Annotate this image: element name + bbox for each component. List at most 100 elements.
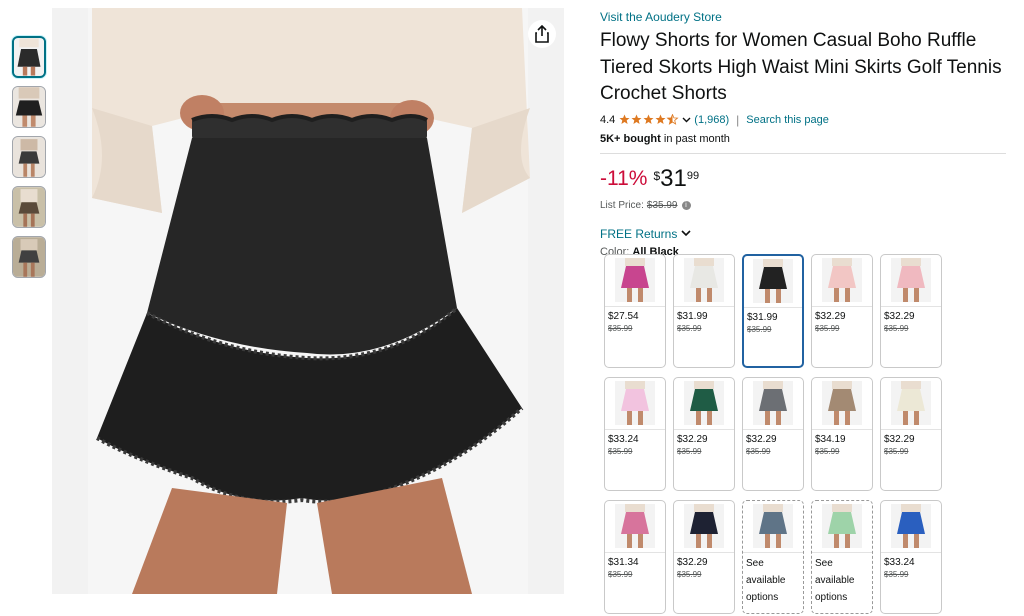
swatch-image [684,504,724,548]
thumbnail[interactable] [12,236,46,278]
price-symbol: $ [653,168,661,183]
thumbnail[interactable] [12,136,46,178]
swatch-price: $33.24 [608,434,639,445]
share-button[interactable] [528,20,556,48]
swatch-list-price: $35.99 [884,570,909,579]
thumbnail-list [12,36,48,286]
swatch-image [684,381,724,425]
color-swatch[interactable]: $32.29 $35.99 [673,500,735,614]
swatch-price: $32.29 [677,557,708,568]
swatch-divider [674,306,734,307]
swatch-divider [743,429,803,430]
price-fraction: 99 [686,169,700,182]
swatch-divider [812,429,872,430]
swatch-divider [881,306,941,307]
swatch-list-price: $35.99 [677,324,702,333]
swatch-see-options: See available options [746,558,786,603]
thumbnail-image [13,87,45,127]
swatch-image [684,258,724,302]
rating-row: 4.4 (1,968) | Search this page [600,113,1010,127]
separator: | [736,112,740,127]
swatch-divider [881,429,941,430]
share-icon [535,25,549,43]
swatch-price: $27.54 [608,311,639,322]
swatch-image [615,258,655,302]
swatch-price: $31.34 [608,557,639,568]
swatch-list-price: $35.99 [747,325,772,334]
swatch-price: $34.19 [815,434,846,445]
swatch-see-options: See available options [815,558,855,603]
swatch-image [891,504,931,548]
search-page-link[interactable]: Search this page [746,114,829,126]
rating-count-link[interactable]: (1,968) [694,114,729,126]
color-swatch[interactable]: $31.99 $35.99 [673,254,735,368]
free-returns-link[interactable]: FREE Returns [600,227,1010,241]
color-swatch[interactable]: $32.29 $35.99 [811,254,873,368]
divider [600,152,1006,154]
bought-bold: 5K+ bought [600,132,661,145]
chevron-down-icon[interactable] [682,117,691,123]
swatch-divider [605,306,665,307]
swatch-list-price: $35.99 [677,447,702,456]
info-icon[interactable]: i [681,200,691,210]
swatch-price: $31.99 [677,311,708,322]
list-price-label: List Price: [600,199,644,211]
swatch-list-price: $35.99 [815,324,840,333]
swatch-divider [674,552,734,553]
swatch-image [753,504,793,548]
color-swatch[interactable]: $32.29 $35.99 [880,254,942,368]
star-rating-icon[interactable] [619,114,679,125]
color-swatch[interactable]: $32.29 $35.99 [742,377,804,491]
thumbnail-image [14,38,44,76]
color-swatch[interactable]: $33.24 $35.99 [880,500,942,614]
swatch-image [822,504,862,548]
swatch-list-price: $35.99 [677,570,702,579]
bought-rest: in past month [660,132,730,145]
stars-icon [619,114,679,125]
swatch-image [822,381,862,425]
thumbnail-image [13,137,45,177]
swatch-price: $31.99 [747,312,778,323]
swatch-price: $32.29 [746,434,777,445]
color-swatch[interactable]: $34.19 $35.99 [811,377,873,491]
color-swatch[interactable]: See available options [811,500,873,614]
color-swatch[interactable]: See available options [742,500,804,614]
price-row: -11% $ 31 99 [600,165,1010,196]
thumbnail-image [13,187,45,227]
thumbnail[interactable] [12,36,46,78]
swatch-list-price: $35.99 [815,447,840,456]
product-title: Flowy Shorts for Women Casual Boho Ruffl… [600,30,1002,104]
color-swatch[interactable]: $27.54 $35.99 [604,254,666,368]
swatch-list-price: $35.99 [746,447,771,456]
swatch-divider [812,306,872,307]
swatch-image [891,258,931,302]
list-price-row: List Price: $35.99 i [600,200,1010,211]
swatch-list-price: $35.99 [608,570,633,579]
swatch-image [615,504,655,548]
swatch-price: $33.24 [884,557,915,568]
thumbnail[interactable] [12,86,46,128]
color-swatch[interactable]: $33.24 $35.99 [604,377,666,491]
swatch-divider [744,307,802,308]
thumbnail[interactable] [12,186,46,228]
color-swatch[interactable]: $31.34 $35.99 [604,500,666,614]
rating-value: 4.4 [600,113,616,126]
swatch-divider [674,429,734,430]
color-swatch[interactable]: $32.29 $35.99 [880,377,942,491]
swatch-divider [881,552,941,553]
swatch-price: $32.29 [884,434,915,445]
color-swatch[interactable]: $32.29 $35.99 [673,377,735,491]
swatch-image [753,381,793,425]
swatch-divider [605,552,665,553]
swatch-image [615,381,655,425]
main-product-image[interactable] [52,8,564,594]
store-link[interactable]: Visit the Aoudery Store [600,10,1010,24]
color-swatch[interactable]: $31.99 $35.99 [742,254,804,368]
swatch-divider [743,552,803,553]
swatch-divider [812,552,872,553]
bought-count: 5K+ bought in past month [600,133,1010,145]
swatch-divider [605,429,665,430]
swatch-list-price: $35.99 [884,324,909,333]
chevron-down-icon [681,230,691,237]
free-returns-label: FREE Returns [600,226,678,241]
